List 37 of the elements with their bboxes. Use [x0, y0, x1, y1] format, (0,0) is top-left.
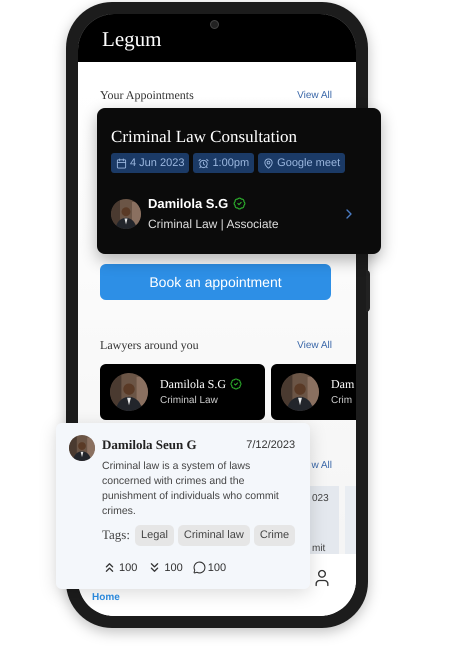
lawyer-card[interactable]: Dam Crim — [271, 364, 356, 420]
card-text: mit — [312, 544, 326, 554]
calendar-icon — [116, 158, 127, 168]
tag-chip[interactable]: Criminal law — [178, 524, 250, 546]
author-name: Damilola Seun G — [102, 436, 197, 454]
lawyer-name: Dam — [331, 378, 354, 390]
tags-label: Tags: — [102, 526, 130, 544]
view-all-link[interactable]: View All — [297, 338, 332, 352]
lawyer-specialty: Criminal Law — [160, 396, 219, 406]
section-title: Lawyers around you — [100, 337, 199, 354]
section-title: Your Appointments — [100, 87, 194, 104]
map-pin-icon — [263, 158, 274, 168]
discussion-card[interactable]: 023 mit — [310, 486, 339, 554]
appointment-title: Criminal Law Consultation — [111, 128, 298, 145]
lawyer-role: Criminal Law | Associate — [148, 218, 280, 230]
stat-count: 100 — [208, 560, 226, 576]
lawyer-card[interactable]: Damilola S.G Criminal Law — [100, 364, 265, 420]
view-all-link[interactable]: w All — [311, 458, 332, 472]
lawyer-specialty: Crim — [331, 396, 354, 406]
comment-icon[interactable] — [192, 561, 206, 574]
stat-count: 100 — [164, 560, 183, 576]
card-text: 023 — [312, 494, 330, 504]
tag-chip[interactable]: Crime — [254, 524, 296, 546]
view-all-link[interactable]: View All — [297, 88, 332, 102]
camera-icon — [210, 20, 219, 29]
lawyer-name: Damilola S.G — [160, 378, 226, 390]
stat-count: 100 — [119, 560, 138, 576]
tag-chip[interactable]: Legal — [134, 524, 174, 546]
info-chip: 4 Jun 2023 — [111, 153, 190, 173]
review-date: 7/12/2023 — [246, 438, 296, 452]
info-chip: 1:00pm — [193, 153, 254, 173]
review-text: Criminal law is a system of laws concerned with crimes and the punishment of individuals who commit crimes. — [102, 458, 280, 518]
appointment-card[interactable]: Criminal Law Consultation 4 Jun 2023 1:00pm Google meet Damilola S.G Criminal Law | Associate — [97, 108, 381, 254]
info-chip: Google meet — [258, 153, 346, 173]
alarm-clock-icon — [198, 158, 210, 168]
lawyer-name: Damilola S.G — [148, 197, 228, 210]
app-title: Legum — [102, 29, 162, 50]
